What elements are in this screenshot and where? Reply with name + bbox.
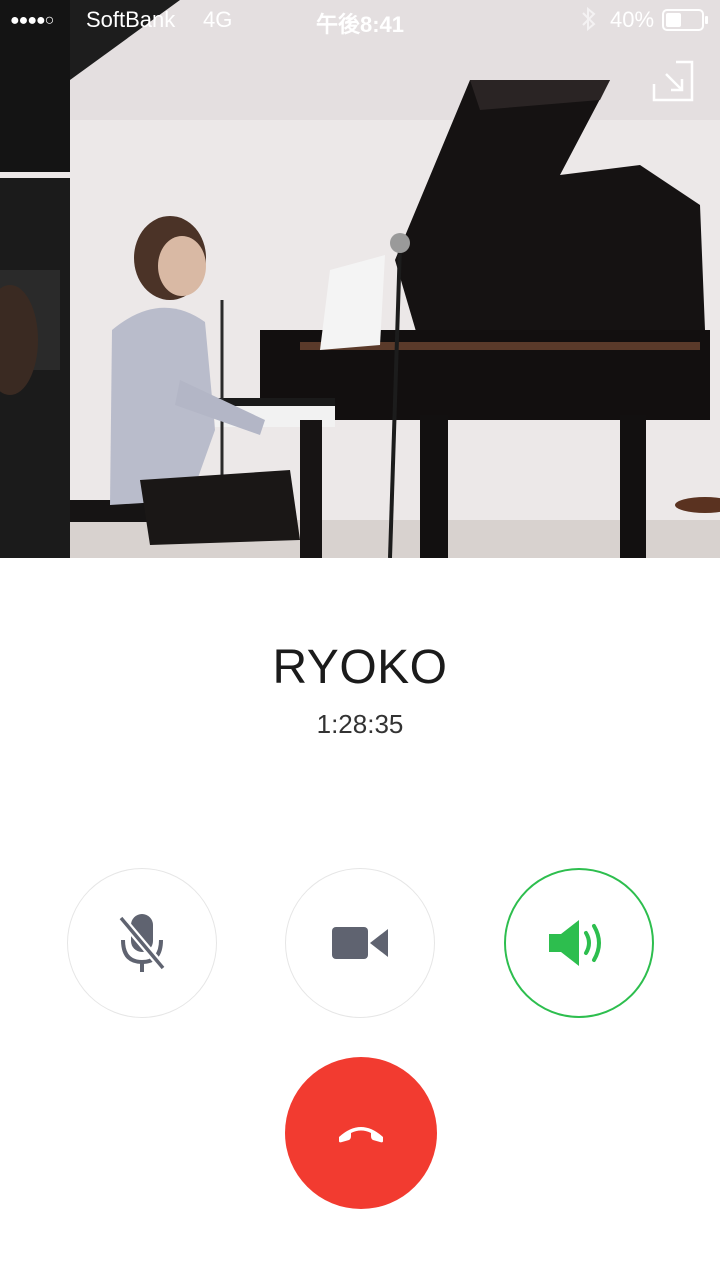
minimize-button[interactable] — [652, 60, 694, 102]
speaker-button[interactable] — [504, 868, 654, 1018]
bluetooth-icon — [580, 6, 598, 38]
caller-name: RYOKO — [272, 641, 448, 694]
status-bar: ●●●●○ SoftBank 4G 午後8:41 40% — [0, 0, 720, 40]
phone-hangup-icon — [339, 1127, 383, 1143]
contact-photo — [0, 0, 720, 558]
minimize-arrow-icon — [652, 60, 694, 102]
end-call-button[interactable] — [285, 1057, 437, 1209]
call-duration: 1:28:35 — [316, 709, 404, 739]
battery-percent: 40% — [610, 7, 655, 32]
video-button[interactable] — [285, 868, 435, 1018]
mute-button[interactable] — [67, 868, 217, 1018]
video-camera-icon — [332, 927, 388, 959]
battery-icon — [662, 9, 710, 37]
microphone-off-icon — [117, 914, 167, 972]
speaker-icon — [549, 920, 601, 966]
